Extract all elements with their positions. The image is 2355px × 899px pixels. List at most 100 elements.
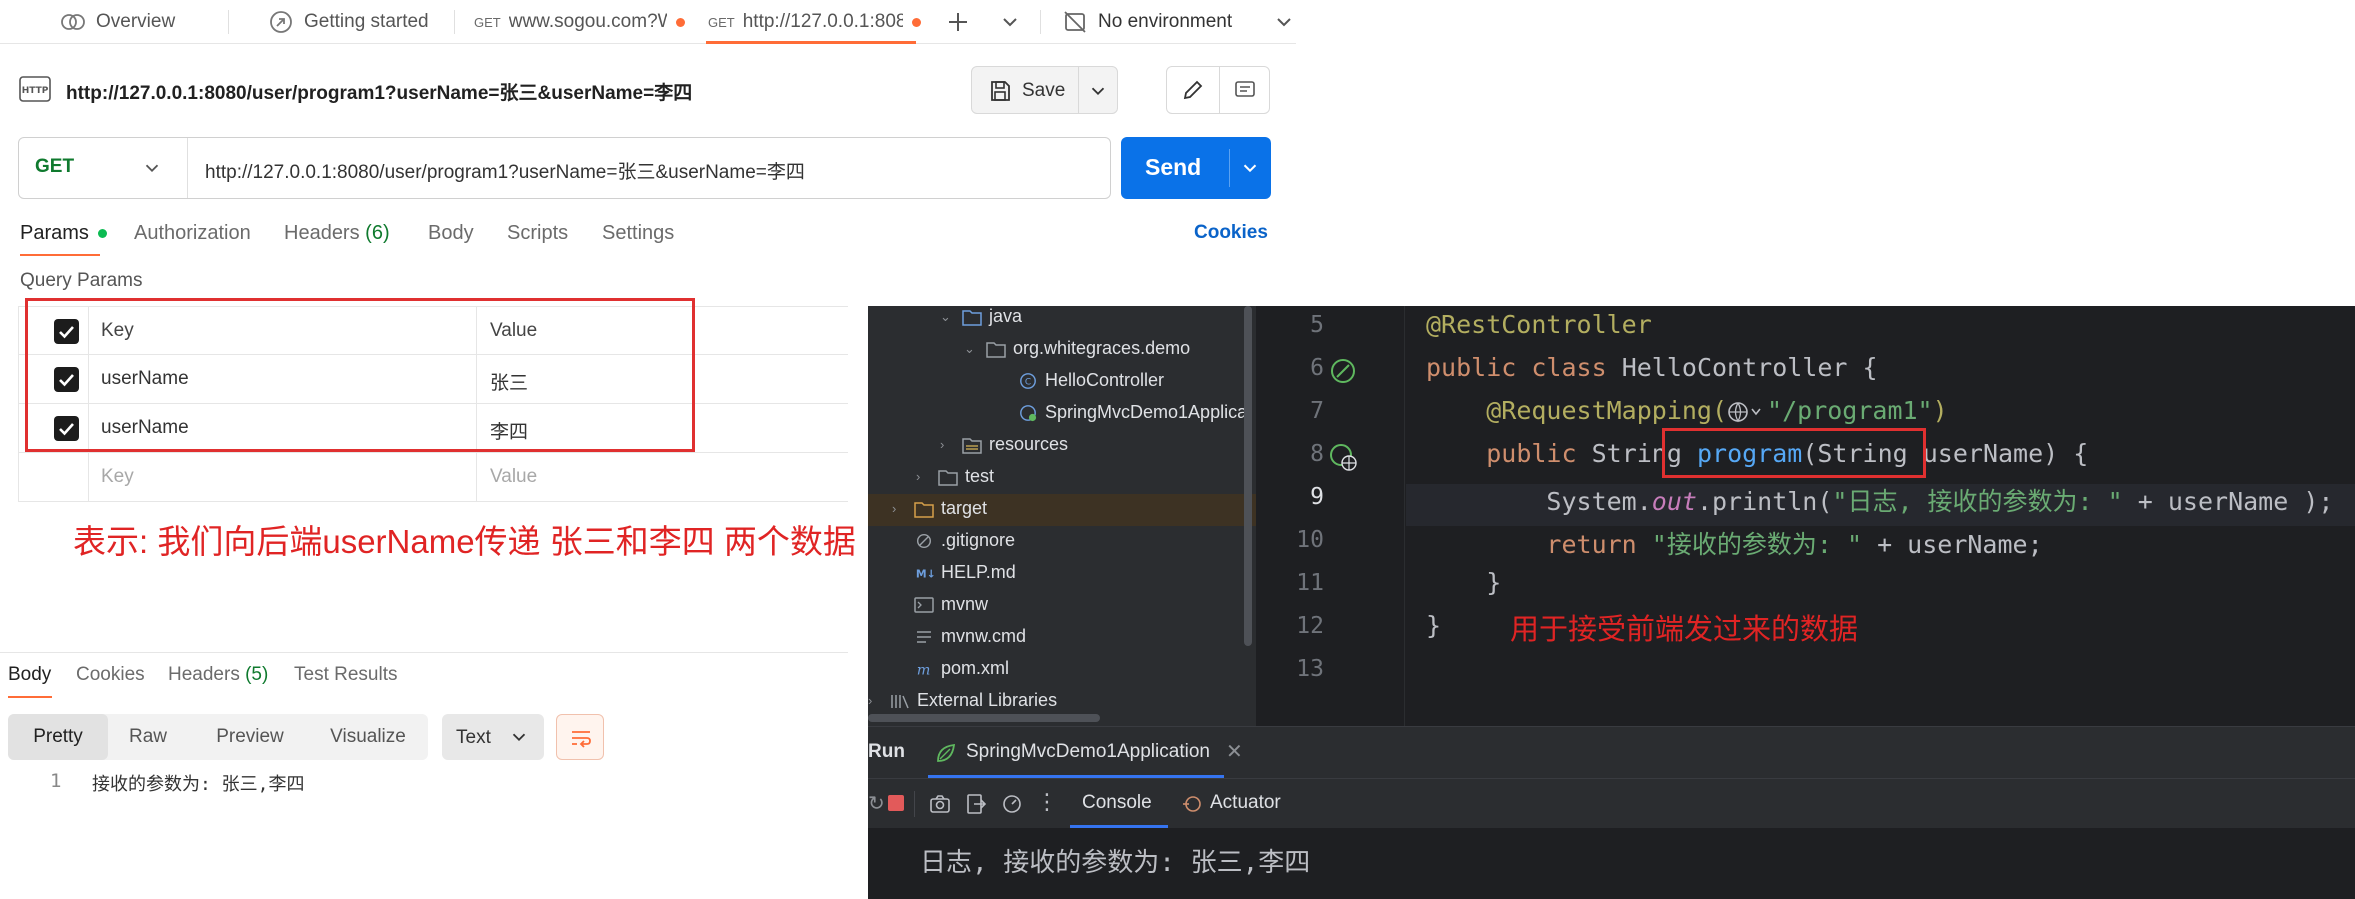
endpoint-gutter-icon[interactable] [1328,442,1360,474]
tab-local-request[interactable]: GET http://127.0.0.1:8080, [708,0,921,44]
format-dropdown[interactable]: Text [442,714,544,760]
tab-label: http://127.0.0.1:8080, [742,11,903,32]
chevron-right-icon: › [940,437,945,452]
tree-item-mvnw[interactable]: mvnw [914,594,988,615]
run-config-tab[interactable]: SpringMvcDemo1Application ✕ [928,727,1260,779]
tab-label: Headers [168,664,240,685]
no-environment-icon [1062,9,1088,35]
view-preview[interactable]: Preview [200,714,300,760]
tree-item-java[interactable]: ⌄ java [940,306,1022,327]
key-placeholder[interactable]: Key [101,466,134,488]
tab-scripts[interactable]: Scripts [507,222,568,245]
request-title[interactable]: http://127.0.0.1:8080/user/program1?user… [66,78,692,105]
tab-getting-started[interactable]: Getting started [268,0,429,44]
tree-label: .gitignore [941,530,1016,550]
tree-label: org.whitegraces.demo [1013,338,1191,358]
tab-settings[interactable]: Settings [602,222,674,245]
edit-toggle-group [1166,66,1270,114]
expression-token: + userName ); [2122,487,2334,516]
tree-item-resources[interactable]: › resources [940,434,1068,455]
tab-overview[interactable]: Overview [60,0,175,44]
environment-selector[interactable]: No environment [1062,0,1296,44]
response-tab-cookies[interactable]: Cookies [76,664,145,686]
send-button[interactable]: Send [1121,137,1271,199]
wrap-lines-button[interactable] [556,714,604,760]
static-field-token: out [1651,487,1697,516]
tree-item-mvnw-cmd[interactable]: mvnw.cmd [914,626,1026,647]
tab-list-dropdown[interactable] [998,10,1022,34]
response-tab-headers[interactable]: Headers (5) [168,664,268,686]
tree-vertical-scrollbar[interactable] [1244,306,1252,646]
response-line-number: 1 [50,770,62,792]
tab-separator [454,10,455,34]
overview-icon [60,9,86,35]
code-line-5: @RestController [1426,310,1652,339]
line-number: 10 [1296,527,1324,553]
new-tab-button[interactable] [944,8,972,36]
stop-icon[interactable] [888,795,904,811]
library-icon [891,694,909,708]
view-pretty[interactable]: Pretty [8,714,108,760]
postman-tab-bar: Overview Getting started GET www.sogou.c… [0,0,1296,44]
project-tree: ⌄ java ⌄ org.whitegraces.demo C HelloContro… [868,306,1256,726]
plus-icon [949,13,967,31]
maven-icon: m [917,662,931,678]
tree-horizontal-scrollbar[interactable] [868,714,1100,722]
empty-param-row: Key Value [18,453,848,502]
chevron-down-icon[interactable] [1087,80,1109,102]
tab-label: Overview [96,11,176,32]
comments-button[interactable] [1220,67,1271,113]
params-underline [20,254,100,256]
query-params-heading: Query Params [20,270,143,291]
class-token: System. [1546,487,1652,516]
divider [1078,67,1079,113]
url-input[interactable]: http://127.0.0.1:8080/user/program1?user… [205,157,805,184]
cookies-link[interactable]: Cookies [1194,222,1268,244]
tree-item-gitignore[interactable]: .gitignore [914,530,1015,551]
tab-actuator[interactable]: Actuator [1182,779,1312,829]
bean-gutter-icon[interactable] [1328,356,1358,386]
tab-body[interactable]: Body [428,222,474,245]
tab-authorization[interactable]: Authorization [134,222,251,245]
environment-label: No environment [1098,11,1233,32]
chevron-right-icon: › [916,469,921,484]
tree-item-springmvcdemo1application[interactable]: SpringMvcDemo1Applicat [1018,402,1252,423]
tab-sogou-request[interactable]: GET www.sogou.com?Wh [474,0,685,44]
class-icon: C [1020,372,1036,389]
method-selector[interactable]: GET [19,138,189,198]
camera-icon[interactable] [928,792,952,816]
tree-item-pom-xml[interactable]: m pom.xml [914,658,1009,679]
close-icon[interactable]: ✕ [1226,739,1243,764]
view-visualize[interactable]: Visualize [316,714,420,760]
response-tab-test-results[interactable]: Test Results [294,664,397,686]
url-bar: GET http://127.0.0.1:8080/user/program1?… [18,137,1111,199]
editor-gutter: 5 6 7 8 9 10 11 12 13 [1256,306,1406,726]
annotation-token: ) [1932,396,1948,425]
view-raw[interactable]: Raw [116,714,180,760]
tree-item-test[interactable]: › test [916,466,994,487]
tree-item-help-md[interactable]: M↓ HELP.md [914,562,1016,583]
keyword-token: public [1486,439,1577,468]
tab-console[interactable]: Console [1060,779,1170,829]
tree-item-target[interactable]: › target [892,498,987,519]
tree-item-hellocontroller[interactable]: C HelloController [1018,370,1164,391]
rerun-icon[interactable]: ↻ [868,791,885,816]
run-label[interactable]: Run [868,741,905,763]
globe-inlay-icon[interactable] [1727,400,1767,424]
more-options-icon[interactable]: ⋮ [1036,789,1058,815]
params-annotation: 表示: 我们向后端userName传递 张三和李四 两个数据 [73,523,856,560]
value-placeholder[interactable]: Value [490,466,537,488]
tab-params[interactable]: Params [20,222,108,245]
profiler-icon[interactable] [1000,792,1024,816]
tree-item-package[interactable]: ⌄ org.whitegraces.demo [964,338,1190,359]
edit-button[interactable] [1167,67,1219,113]
tab-headers[interactable]: Headers (6) [284,222,390,245]
excluded-folder-icon [914,501,934,518]
run-config-label: SpringMvcDemo1Application [966,741,1210,762]
response-tab-body[interactable]: Body [8,664,51,686]
exit-icon[interactable] [964,792,988,816]
tree-item-external-libraries[interactable]: › External Libraries [868,690,1057,711]
chevron-down-icon[interactable] [1239,157,1261,179]
save-button[interactable]: Save [971,66,1118,114]
brace-token: } [1486,568,1502,597]
